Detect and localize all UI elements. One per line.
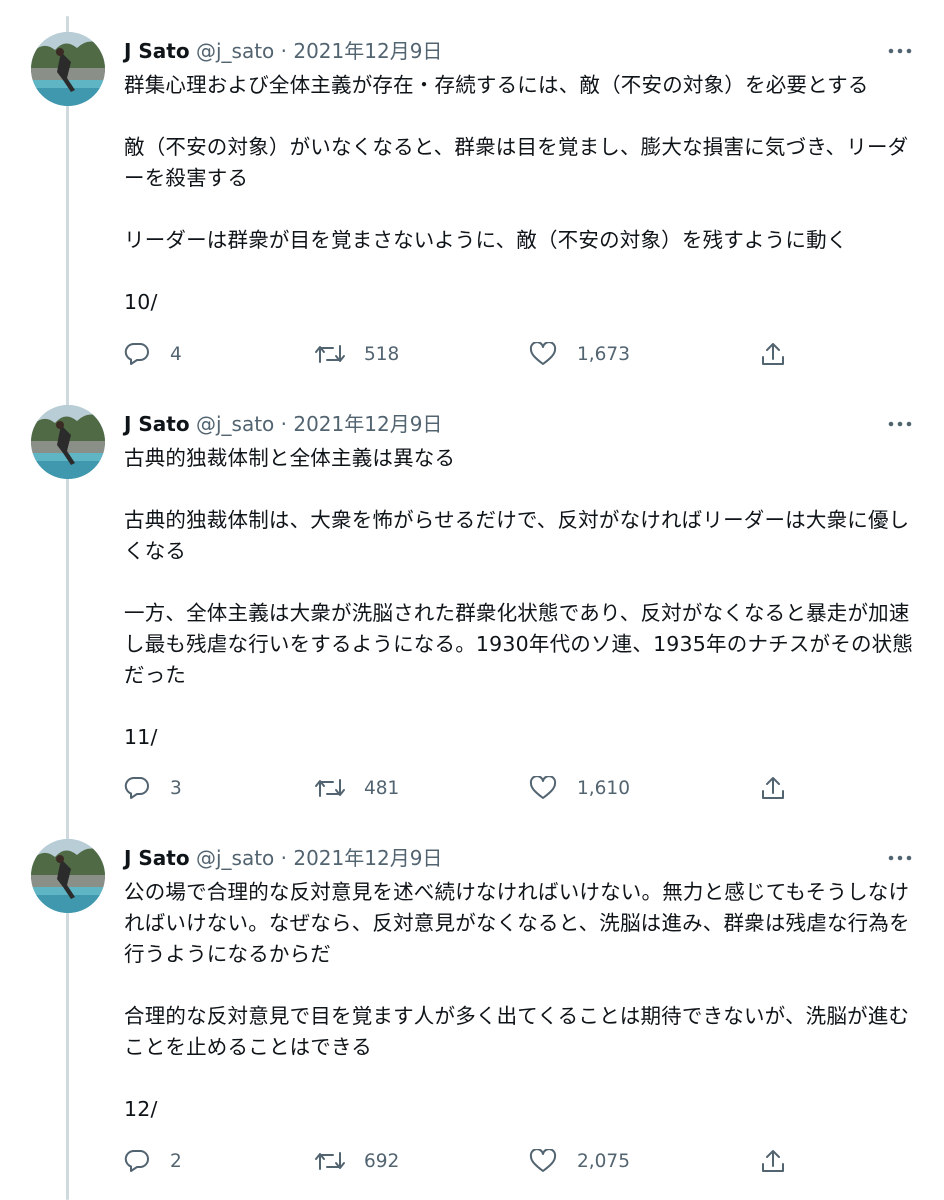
share-icon [762,1150,784,1172]
tweet-actions: 3 481 1,610 [124,771,804,805]
tweet-12[interactable]: J Sato @j_sato · 2021年12月9日 公の場で合理的な反対意見… [0,807,944,1200]
tweet-paragraph: 11/ [124,725,158,749]
share-button[interactable] [760,771,786,805]
author-name[interactable]: J Sato [124,39,190,63]
reply-icon [124,342,149,365]
tweet-10[interactable]: J Sato @j_sato · 2021年12月9日 群集心理および全体主義が… [0,0,944,400]
tweet-paragraph: 古典的独裁体制と全体主義は異なる [124,446,456,470]
like-button[interactable]: 1,673 [529,337,630,371]
reply-count: 2 [170,1150,182,1172]
tweet-actions: 4 518 1,673 [124,337,804,371]
tweet-11[interactable]: J Sato @j_sato · 2021年12月9日 古典的独裁体制と全体主義… [0,373,944,807]
separator: · [280,846,287,870]
reply-count: 4 [170,343,182,365]
tweet-paragraph: 公の場で合理的な反対意見を述べ続けなければいけない。無力と感じてもそうしなければ… [124,880,910,966]
reply-button[interactable]: 2 [124,1144,182,1178]
like-button[interactable]: 1,610 [529,771,630,805]
separator: · [280,39,287,63]
more-icon [888,421,912,427]
retweet-count: 481 [364,777,400,799]
like-icon [529,1149,557,1172]
tweet-date[interactable]: 2021年12月9日 [293,412,442,436]
tweet-header: J Sato @j_sato · 2021年12月9日 [124,36,442,66]
tweet-header: J Sato @j_sato · 2021年12月9日 [124,409,442,439]
retweet-count: 518 [364,343,400,365]
more-icon [888,48,912,54]
like-count: 1,673 [577,343,630,365]
retweet-icon [315,345,345,363]
tweet-paragraph: 一方、全体主義は大衆が洗脳された群衆化状態であり、反対がなくなると暴走が加速し最… [124,601,914,687]
avatar[interactable] [31,405,105,479]
tweet-paragraph: 群集心理および全体主義が存在・存続するには、敵（不安の対象）を必要とする [124,73,869,97]
like-icon [529,342,557,365]
tweet-paragraph: 古典的独裁体制は、大衆を怖がらせるだけで、反対がなければリーダーは大衆に優しくな… [124,508,910,563]
reply-icon [124,1149,149,1172]
like-icon [529,776,557,799]
retweet-icon [315,779,345,797]
reply-button[interactable]: 3 [124,771,182,805]
more-options-button[interactable] [886,413,914,435]
tweet-paragraph: 合理的な反対意見で目を覚ます人が多く出てくることは期待できないが、洗脳が進むこと… [124,1004,910,1059]
share-button[interactable] [760,1144,786,1178]
tweet-paragraph: 10/ [124,290,158,314]
avatar[interactable] [31,839,105,913]
separator: · [280,412,287,436]
retweet-button[interactable]: 518 [314,337,399,371]
tweet-text: 群集心理および全体主義が存在・存続するには、敵（不安の対象）を必要とする 敵（不… [124,70,914,318]
author-handle[interactable]: @j_sato [196,846,274,870]
reply-count: 3 [170,777,182,799]
tweet-header: J Sato @j_sato · 2021年12月9日 [124,843,442,873]
reply-button[interactable]: 4 [124,337,182,371]
author-name[interactable]: J Sato [124,846,190,870]
author-handle[interactable]: @j_sato [196,412,274,436]
tweet-paragraph: 12/ [124,1097,158,1121]
share-button[interactable] [760,337,786,371]
reply-icon [124,776,149,799]
tweet-text: 古典的独裁体制と全体主義は異なる 古典的独裁体制は、大衆を怖がらせるだけで、反対… [124,443,914,753]
more-options-button[interactable] [886,847,914,869]
more-icon [888,855,912,861]
author-name[interactable]: J Sato [124,412,190,436]
author-handle[interactable]: @j_sato [196,39,274,63]
retweet-count: 692 [364,1150,400,1172]
share-icon [762,343,784,365]
share-icon [762,777,784,799]
like-count: 2,075 [577,1150,630,1172]
like-count: 1,610 [577,777,630,799]
tweet-paragraph: リーダーは群衆が目を覚まさないように、敵（不安の対象）を残すように動く [124,228,848,252]
avatar[interactable] [31,32,105,106]
tweet-text: 公の場で合理的な反対意見を述べ続けなければいけない。無力と感じてもそうしなければ… [124,877,914,1125]
retweet-icon [315,1152,345,1170]
more-options-button[interactable] [886,40,914,62]
like-button[interactable]: 2,075 [529,1144,630,1178]
tweet-paragraph: 敵（不安の対象）がいなくなると、群衆は目を覚まし、膨大な損害に気づき、リーダーを… [124,135,909,190]
retweet-button[interactable]: 692 [314,1144,399,1178]
tweet-date[interactable]: 2021年12月9日 [293,846,442,870]
tweet-actions: 2 692 2,075 [124,1144,804,1178]
tweet-date[interactable]: 2021年12月9日 [293,39,442,63]
retweet-button[interactable]: 481 [314,771,399,805]
